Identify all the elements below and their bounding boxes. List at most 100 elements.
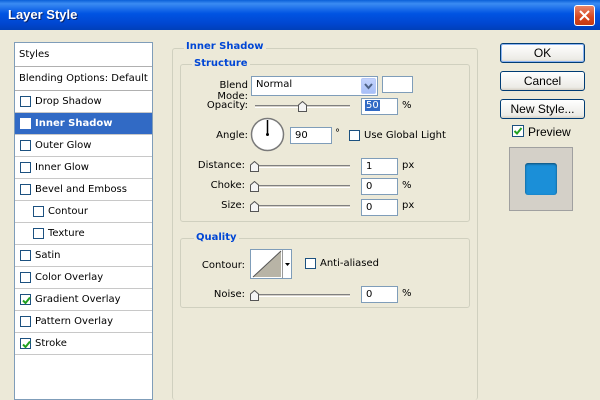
noise-slider-thumb[interactable] [250,289,259,301]
blend-mode-label: Blend Mode: [217,80,248,102]
noise-label: Noise: [213,289,245,300]
checkmark-icon [22,120,31,129]
structure-title: Structure [192,58,250,69]
noise-input[interactable]: 0 [361,286,398,303]
preview-pane [509,147,573,211]
list-item-label: Gradient Overlay [35,294,121,305]
close-icon [579,10,590,21]
window-title: Layer Style [8,7,78,22]
distance-slider-track[interactable] [252,165,350,168]
distance-slider-thumb[interactable] [250,160,259,172]
angle-input[interactable]: 90 [290,127,332,144]
styles-header-label: Styles [19,49,50,60]
choke-slider-thumb[interactable] [250,180,259,192]
choke-slider-track[interactable] [252,185,350,188]
blending-options-item[interactable]: Blending Options: Default [15,67,152,91]
new-style-button[interactable]: New Style... [500,99,585,119]
list-item-label: Color Overlay [35,272,104,283]
list-item[interactable]: Drop Shadow [15,91,152,113]
noise-slider-track[interactable] [252,294,350,297]
choke-unit: % [402,180,412,191]
distance-input[interactable]: 1 [361,158,398,175]
size-unit: px [402,200,415,211]
list-item[interactable]: Inner Shadow [15,113,152,135]
list-item[interactable]: Color Overlay [15,267,152,289]
shadow-color-swatch[interactable] [382,76,413,93]
choke-label: Choke: [210,180,245,191]
effect-checkbox[interactable] [20,96,31,107]
list-item-label: Inner Glow [35,162,89,173]
list-item-label: Contour [48,206,88,217]
opacity-slider-thumb[interactable] [298,100,307,112]
contour-label: Contour: [201,260,245,271]
list-item-label: Inner Shadow [35,118,113,129]
effect-checkbox[interactable] [20,294,31,305]
checkmark-icon [513,127,523,135]
checkmark-icon [22,296,31,305]
list-item[interactable]: Satin [15,245,152,267]
list-item[interactable]: Bevel and Emboss [15,179,152,201]
angle-dial[interactable] [250,117,285,152]
effect-checkbox[interactable] [20,316,31,327]
anti-aliased-label: Anti-aliased [320,258,380,269]
close-button[interactable] [574,5,595,26]
list-item-label: Texture [48,228,85,239]
list-item[interactable]: Contour [15,201,152,223]
list-item-label: Bevel and Emboss [35,184,127,195]
opacity-label: Opacity: [206,100,248,111]
distance-unit: px [402,160,415,171]
angle-label: Angle: [216,130,248,141]
contour-picker[interactable] [250,249,292,279]
anti-aliased-checkbox[interactable] [305,258,316,269]
effect-checkbox[interactable] [33,228,44,239]
ok-button[interactable]: OK [500,43,585,63]
title-bar: Layer Style [0,0,600,30]
list-item[interactable]: Outer Glow [15,135,152,157]
effect-checkbox[interactable] [20,162,31,173]
size-slider-thumb[interactable] [250,200,259,212]
effect-checkbox[interactable] [20,140,31,151]
effect-checkbox[interactable] [20,250,31,261]
list-item-label: Satin [35,250,61,261]
list-item[interactable]: Stroke [15,333,152,355]
list-item-label: Drop Shadow [35,96,102,107]
opacity-unit: % [402,100,412,111]
contour-preview-icon [252,250,282,278]
angle-value: 90 [295,130,308,141]
list-item[interactable]: Pattern Overlay [15,311,152,333]
global-light-checkbox[interactable] [349,130,360,141]
effect-checkbox[interactable] [33,206,44,217]
effect-checkbox[interactable] [20,184,31,195]
list-item[interactable]: Texture [15,223,152,245]
inner-shadow-title: Inner Shadow [184,41,266,52]
effects-list: Drop Shadow Inner Shadow Outer Glow Inner G… [15,91,152,355]
list-item[interactable]: Inner Glow [15,157,152,179]
size-value: 0 [366,202,373,213]
effect-checkbox[interactable] [20,338,31,349]
list-item-label: Pattern Overlay [35,316,114,327]
choke-input[interactable]: 0 [361,178,398,195]
blend-mode-value: Normal [256,79,293,90]
blending-options-label: Blending Options: Default [19,73,148,84]
styles-list: Styles Blending Options: Default Drop Sh… [14,42,153,400]
cancel-button[interactable]: Cancel [500,71,585,91]
choke-value: 0 [366,181,373,192]
size-input[interactable]: 0 [361,199,398,216]
styles-header[interactable]: Styles [15,43,152,67]
list-item[interactable]: Gradient Overlay [15,289,152,311]
size-slider-track[interactable] [252,205,350,208]
preview-checkbox[interactable] [512,125,524,137]
contour-dropdown-arrow-icon[interactable] [282,250,291,278]
global-light-label: Use Global Light [364,130,446,141]
effect-checkbox[interactable] [20,272,31,283]
angle-unit: ° [335,128,340,139]
distance-label: Distance: [197,160,245,171]
distance-value: 1 [366,161,373,172]
list-item-label: Stroke [35,338,67,349]
chevron-down-icon[interactable] [361,78,376,94]
size-label: Size: [221,200,245,211]
opacity-input[interactable]: 50 [361,98,398,115]
effect-checkbox[interactable] [20,118,31,129]
blend-mode-select[interactable]: Normal [251,76,378,96]
preview-swatch [525,163,557,195]
